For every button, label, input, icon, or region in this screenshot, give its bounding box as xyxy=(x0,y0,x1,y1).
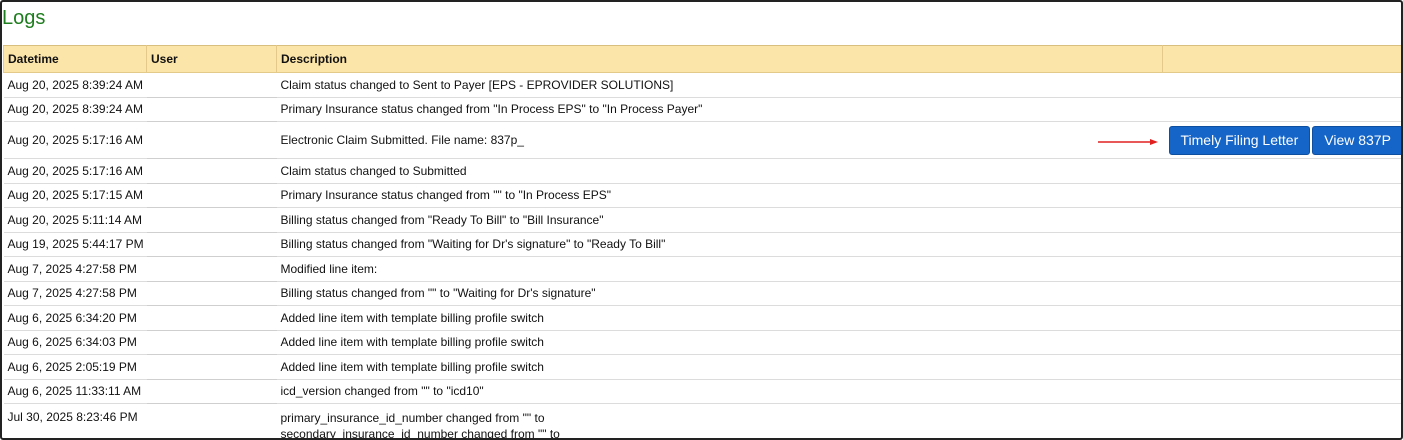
cell-description: Claim status changed to Sent to Payer [E… xyxy=(276,72,1163,98)
cell-actions xyxy=(1162,256,1401,282)
cell-actions xyxy=(1162,97,1401,122)
cell-user xyxy=(146,158,277,184)
cell-actions xyxy=(1162,330,1401,355)
cell-datetime: Jul 30, 2025 8:23:46 PM xyxy=(3,403,147,438)
table-row: Aug 20, 2025 5:17:16 AM Claim status cha… xyxy=(3,158,1401,184)
cell-datetime: Aug 20, 2025 5:17:15 AM xyxy=(3,183,147,208)
cell-user xyxy=(146,232,277,257)
description-line: primary_insurance_id_number changed from… xyxy=(280,411,545,425)
cell-user xyxy=(146,121,277,159)
cell-description: Claim status changed to Submitted xyxy=(276,158,1163,184)
table-header-row: Datetime User Description xyxy=(3,45,1401,73)
cell-actions xyxy=(1162,281,1401,306)
table-row: Aug 6, 2025 6:34:03 PM Added line item w… xyxy=(3,330,1401,355)
header-datetime: Datetime xyxy=(3,45,147,73)
cell-actions xyxy=(1162,232,1401,257)
table-row: Jul 30, 2025 8:23:46 PM primary_insuranc… xyxy=(3,403,1401,440)
cell-datetime: Aug 6, 2025 6:34:20 PM xyxy=(3,305,147,331)
table-row: Aug 6, 2025 2:05:19 PM Added line item w… xyxy=(3,354,1401,380)
cell-description: icd_version changed from "" to "icd10" xyxy=(276,379,1163,404)
cell-datetime: Aug 6, 2025 6:34:03 PM xyxy=(3,330,147,355)
table-row: Aug 20, 2025 5:11:14 AM Billing status c… xyxy=(3,207,1401,233)
cell-user xyxy=(146,379,277,404)
right-arrow-icon xyxy=(1098,139,1158,145)
cell-description: Primary Insurance status changed from "I… xyxy=(276,97,1163,122)
cell-datetime: Aug 20, 2025 5:11:14 AM xyxy=(3,207,147,233)
cell-datetime: Aug 19, 2025 5:44:17 PM xyxy=(3,232,147,257)
cell-actions xyxy=(1162,183,1401,208)
cell-description: Modified line item: xyxy=(276,256,1163,282)
cell-datetime: Aug 20, 2025 8:39:24 AM xyxy=(3,72,147,98)
table-row: Aug 6, 2025 11:33:11 AM icd_version chan… xyxy=(3,379,1401,404)
cell-actions xyxy=(1162,72,1401,98)
cell-datetime: Aug 6, 2025 2:05:19 PM xyxy=(3,354,147,380)
table-row: Aug 19, 2025 5:44:17 PM Billing status c… xyxy=(3,232,1401,257)
cell-user xyxy=(146,207,277,233)
description-line: secondary_insurance_id_number changed fr… xyxy=(280,427,560,440)
cell-description: Added line item with template billing pr… xyxy=(276,305,1163,331)
table-row: Aug 6, 2025 6:34:20 PM Added line item w… xyxy=(3,305,1401,331)
cell-actions: Timely Filing Letter View 837P xyxy=(1162,121,1401,159)
cell-description: Billing status changed from "Waiting for… xyxy=(276,232,1163,257)
cell-description: Added line item with template billing pr… xyxy=(276,330,1163,355)
cell-user xyxy=(146,354,277,380)
cell-description: Primary Insurance status changed from ""… xyxy=(276,183,1163,208)
cell-user xyxy=(146,72,277,98)
logs-panel: Logs Datetime User Description Aug 20, 2… xyxy=(0,0,1403,440)
cell-description: Added line item with template billing pr… xyxy=(276,354,1163,380)
cell-description: Electronic Claim Submitted. File name: 8… xyxy=(276,121,1163,159)
cell-description: Billing status changed from "Ready To Bi… xyxy=(276,207,1163,233)
timely-filing-letter-button[interactable]: Timely Filing Letter xyxy=(1168,125,1311,155)
header-user: User xyxy=(146,45,277,73)
cell-user xyxy=(146,403,277,438)
cell-actions xyxy=(1162,354,1401,380)
cell-description: Billing status changed from "" to "Waiti… xyxy=(276,281,1163,306)
header-actions xyxy=(1162,45,1401,73)
table-row: Aug 20, 2025 5:17:16 AM Electronic Claim… xyxy=(3,121,1401,159)
table-row: Aug 20, 2025 8:39:24 AM Primary Insuranc… xyxy=(3,97,1401,122)
cell-actions xyxy=(1162,379,1401,404)
view-837p-button[interactable]: View 837P xyxy=(1312,125,1401,155)
cell-description: primary_insurance_id_number changed from… xyxy=(276,403,1163,440)
cell-actions xyxy=(1162,305,1401,331)
cell-datetime: Aug 20, 2025 5:17:16 AM xyxy=(3,121,147,159)
cell-datetime: Aug 7, 2025 4:27:58 PM xyxy=(3,256,147,282)
table-row: Aug 7, 2025 4:27:58 PM Billing status ch… xyxy=(3,281,1401,306)
page-title: Logs xyxy=(2,7,46,29)
cell-user xyxy=(146,330,277,355)
cell-datetime: Aug 6, 2025 11:33:11 AM xyxy=(3,379,147,404)
table-row: Aug 7, 2025 4:27:58 PM Modified line ite… xyxy=(3,256,1401,282)
cell-user xyxy=(146,97,277,122)
cell-user xyxy=(146,281,277,306)
cell-actions xyxy=(1162,158,1401,184)
cell-datetime: Aug 20, 2025 5:17:16 AM xyxy=(3,158,147,184)
cell-actions xyxy=(1162,403,1401,438)
cell-user xyxy=(146,305,277,331)
cell-actions xyxy=(1162,207,1401,233)
cell-user xyxy=(146,183,277,208)
table-row: Aug 20, 2025 5:17:15 AM Primary Insuranc… xyxy=(3,183,1401,208)
cell-datetime: Aug 7, 2025 4:27:58 PM xyxy=(3,281,147,306)
cell-user xyxy=(146,256,277,282)
cell-datetime: Aug 20, 2025 8:39:24 AM xyxy=(3,97,147,122)
header-description: Description xyxy=(276,45,1163,73)
logs-table: Datetime User Description Aug 20, 2025 8… xyxy=(3,45,1401,440)
table-row: Aug 20, 2025 8:39:24 AM Claim status cha… xyxy=(3,72,1401,98)
